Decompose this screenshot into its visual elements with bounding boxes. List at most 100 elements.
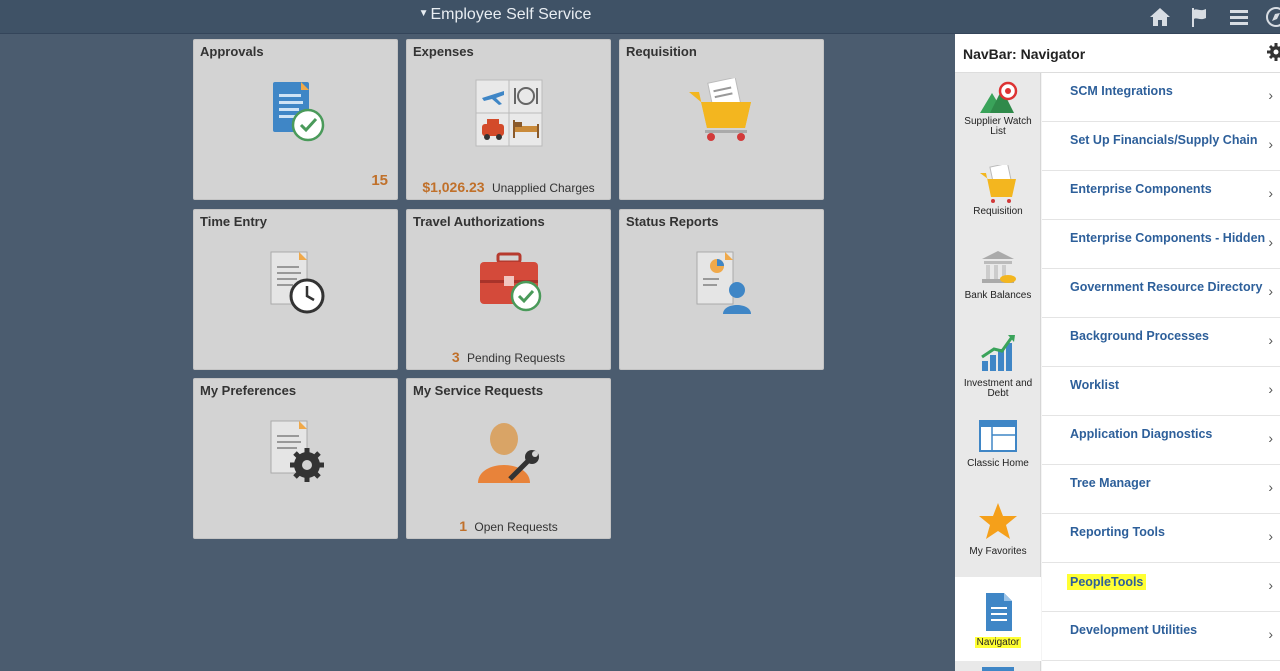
star-icon [979,503,1017,539]
tile-travel-authorizations[interactable]: Travel Authorizations 3 Pending Requests [406,209,611,370]
travel-pending: 3 Pending Requests [407,349,610,365]
chevron-right-icon: › [1268,234,1273,250]
menu-item-development-utilities[interactable]: Development Utilities › [1042,612,1280,661]
side-label: Navigator [957,637,1039,648]
side-label: Bank Balances [964,290,1032,301]
menu-item-label: Government Resource Directory [1070,280,1263,294]
gear-icon[interactable] [1266,42,1280,62]
menu-item-government-resource-directory[interactable]: Government Resource Directory › [1042,269,1280,318]
side-label: My Favorites [969,546,1027,557]
menu-item-label: Enterprise Components - Hidden [1070,231,1266,245]
side-item-investment-and-debt[interactable]: Investment and Debt [955,325,1041,409]
person-wrench-icon [477,423,539,483]
side-item-requisition[interactable]: Requisition [955,157,1041,241]
navigator-document-icon [986,593,1012,631]
open-requests-count: 1 [459,518,468,534]
menu-item-label: Tree Manager [1070,476,1151,490]
tile-title: My Service Requests [413,383,544,398]
document-check-icon [272,82,324,142]
side-label: Requisition [973,206,1023,217]
menu-item-reporting-tools[interactable]: Reporting Tools › [1042,514,1280,563]
menu-item-enterprise-components-hidden[interactable]: Enterprise Components - Hidden › [1042,220,1280,269]
document-gear-icon [270,420,324,482]
chevron-right-icon: › [1268,430,1273,446]
menu-item-label: Development Utilities [1070,623,1198,637]
tile-title: Expenses [413,44,474,59]
flag-icon[interactable] [1188,5,1212,29]
menu-item-set-up-financials[interactable]: Set Up Financials/Supply Chain › [1042,122,1280,171]
tile-my-service-requests[interactable]: My Service Requests 1 Open Requests [406,378,611,539]
chevron-right-icon: › [1268,185,1273,201]
tile-title: Travel Authorizations [413,214,545,229]
navbar-header: NavBar: Navigator [955,34,1280,73]
side-label: Investment and Debt [963,378,1033,399]
menu-item-label: Set Up Financials/Supply Chain [1070,133,1258,147]
tile-expenses[interactable]: Expenses $1,026.23 Unapplied Charges [406,39,611,200]
home-icon[interactable] [1148,5,1172,29]
chevron-right-icon: › [1268,528,1273,544]
menu-item-label: Application Diagnostics [1070,427,1213,441]
chevron-right-icon: › [1268,626,1273,642]
side-label: Supplier Watch List [964,116,1032,137]
menu-item-worklist[interactable]: Worklist › [1042,367,1280,416]
homepage-title: Employee Self Service [430,6,592,23]
side-item-navigator[interactable]: Navigator [955,577,1041,661]
cart-icon [980,165,1016,203]
menu-item-tree-manager[interactable]: Tree Manager › [1042,465,1280,514]
menu-item-label: Worklist [1070,378,1120,392]
expenses-amount-label: Unapplied Charges [491,181,595,195]
menu-item-enterprise-components[interactable]: Enterprise Components › [1042,171,1280,220]
cart-icon [688,78,751,141]
menu-item-label: SCM Integrations [1070,84,1173,98]
chevron-right-icon: › [1268,381,1273,397]
bank-icon [982,251,1016,283]
tile-requisition[interactable]: Requisition [619,39,824,200]
side-item-classic-home[interactable]: Classic Home [955,409,1041,493]
service-requests-open: 1 Open Requests [407,518,610,534]
tile-title: Status Reports [626,214,719,229]
investment-chart-icon [981,335,1015,371]
pending-count: 3 [451,349,460,365]
navbar-panel: NavBar: Navigator Supplier Watch List Re… [955,34,1280,671]
navigator-label: Navigator [974,637,1022,648]
navbar-side-rail: Supplier Watch List Requisition Bank Bal [955,73,1041,671]
side-item-my-favorites[interactable]: My Favorites [955,493,1041,577]
tile-title: My Preferences [200,383,297,398]
navbar-title: NavBar: Navigator [963,46,1086,62]
top-header: ▼ Employee Self Service [0,0,1280,34]
side-label: Classic Home [967,458,1029,469]
supplier-watch-icon [980,81,1018,113]
menu-item-label: Enterprise Components [1070,182,1212,196]
tile-time-entry[interactable]: Time Entry [193,209,398,370]
chevron-right-icon: › [1268,479,1273,495]
menu-icon[interactable] [1227,5,1251,29]
briefcase-check-icon [479,252,541,312]
classic-home-icon [979,420,1017,452]
chevron-right-icon: › [1268,283,1273,299]
menu-item-label: Background Processes [1070,329,1209,343]
homepage-selector[interactable]: ▼ Employee Self Service [0,6,1010,24]
menu-item-application-diagnostics[interactable]: Application Diagnostics › [1042,416,1280,465]
expenses-icon [475,79,542,147]
tile-title: Time Entry [200,214,267,229]
menu-item-scm-integrations[interactable]: SCM Integrations › [1042,73,1280,122]
navbar-icon[interactable] [1264,5,1280,29]
menu-item-label: Reporting Tools [1070,525,1165,539]
navigator-menu: SCM Integrations › Set Up Financials/Sup… [1042,73,1280,671]
caret-down-icon: ▼ [418,8,429,19]
side-item-more[interactable] [955,661,1041,671]
menu-item-peopletools[interactable]: PeopleTools › [1042,563,1280,612]
tile-title: Approvals [200,44,264,59]
menu-item-label: PeopleTools [1067,574,1147,590]
tile-my-preferences[interactable]: My Preferences [193,378,398,539]
tile-approvals[interactable]: Approvals 15 [193,39,398,200]
approvals-count: 15 [371,172,388,189]
side-item-supplier-watch-list[interactable]: Supplier Watch List [955,73,1041,157]
calendar-icon [982,667,1014,671]
side-item-bank-balances[interactable]: Bank Balances [955,241,1041,325]
chevron-right-icon: › [1268,136,1273,152]
chevron-right-icon: › [1268,332,1273,348]
report-person-icon [696,251,751,314]
menu-item-background-processes[interactable]: Background Processes › [1042,318,1280,367]
tile-status-reports[interactable]: Status Reports [619,209,824,370]
